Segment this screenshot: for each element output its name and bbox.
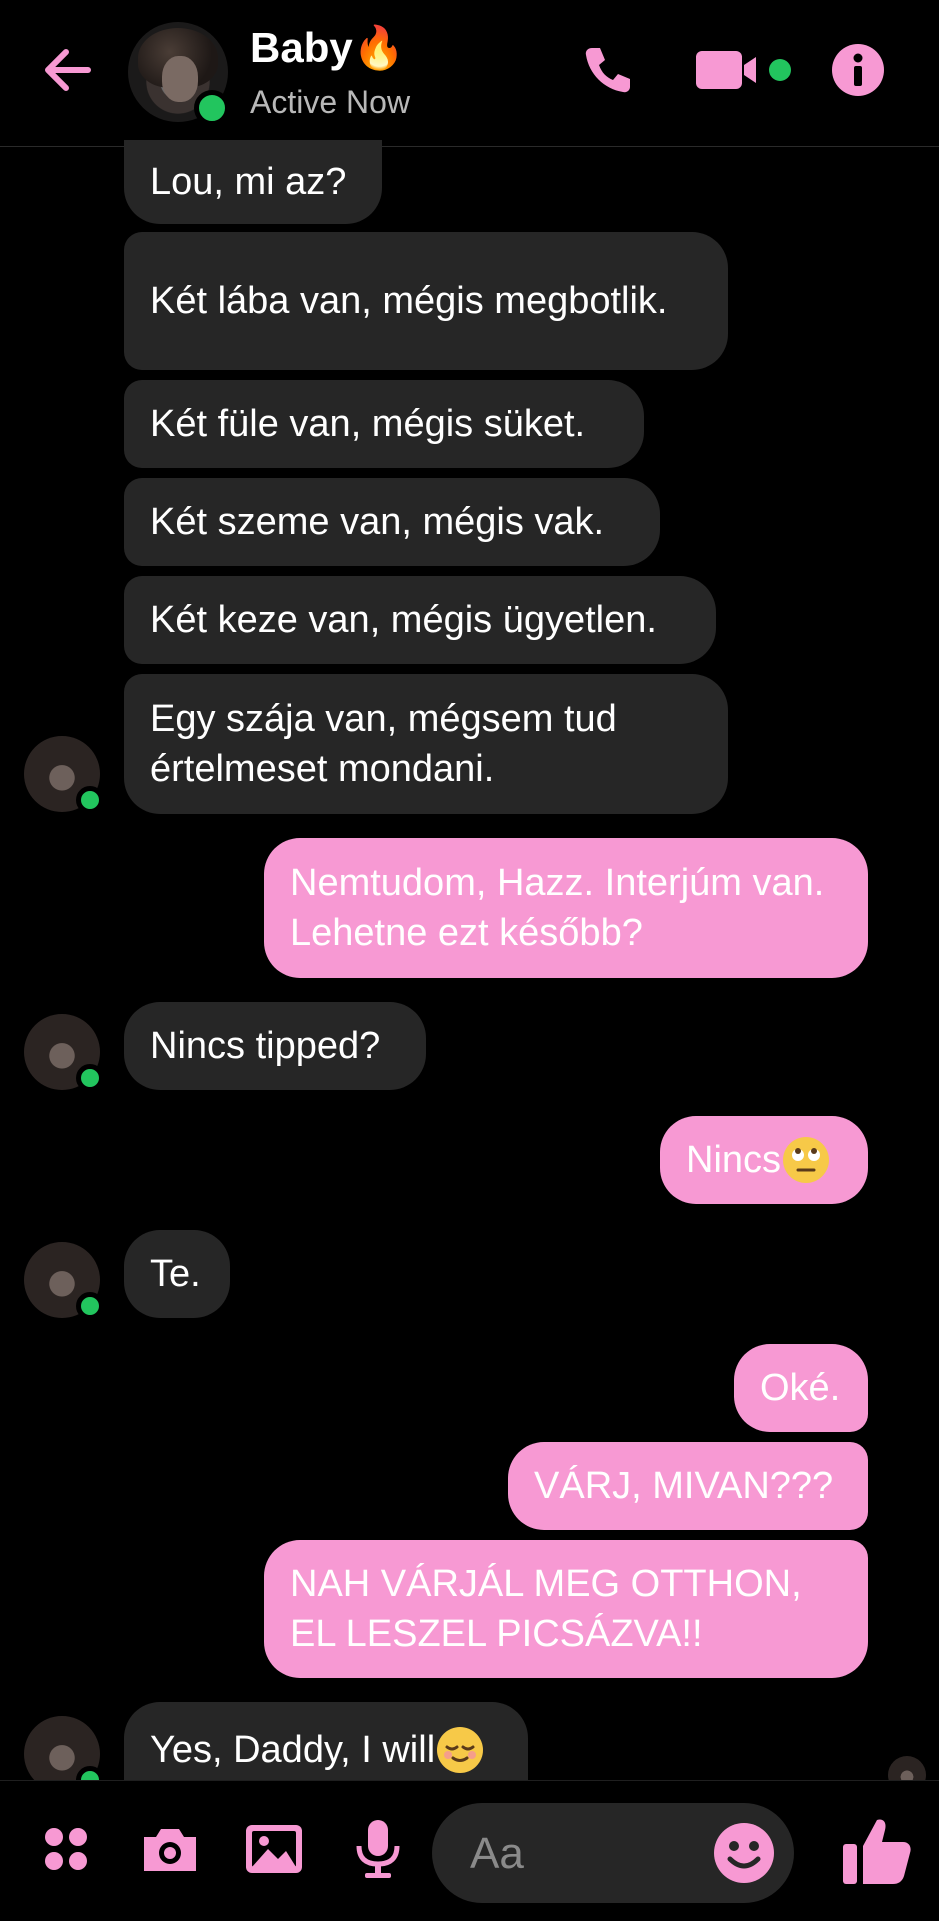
relieved-emoji (437, 1727, 484, 1773)
info-icon[interactable] (828, 40, 888, 100)
message-incoming[interactable]: Két lába van, mégis megbotlik. (124, 232, 728, 370)
message-outgoing[interactable]: Nemtudom, Hazz. Interjúm van. Lehetne ez… (264, 838, 868, 978)
message-text: Két lába van, mégis megbotlik. (150, 280, 668, 322)
message-text: Te. (150, 1253, 201, 1295)
message-text: Yes, Daddy, I will (150, 1729, 436, 1771)
online-indicator (194, 90, 230, 126)
message-outgoing[interactable]: NAH VÁRJÁL MEG OTTHON, EL LESZEL PICSÁZV… (264, 1540, 868, 1678)
chat-header: Baby🔥 Active Now (0, 0, 939, 147)
message-text: Oké. (760, 1367, 841, 1409)
message-incoming[interactable]: Te. (124, 1230, 230, 1318)
contact-name-text: Baby (250, 24, 353, 71)
camera-icon[interactable] (134, 1813, 206, 1885)
sender-avatar[interactable] (24, 736, 104, 814)
apps-icon[interactable] (30, 1813, 102, 1885)
message-input-container[interactable] (432, 1803, 794, 1903)
message-text: Két szeme van, mégis vak. (150, 501, 605, 543)
message-text: NAH VÁRJÁL MEG OTTHON, EL LESZEL PICSÁZV… (290, 1563, 802, 1655)
sender-avatar[interactable] (24, 1242, 104, 1320)
message-incoming[interactable]: Két füle van, mégis süket. (124, 380, 644, 468)
message-incoming[interactable]: Két keze van, mégis ügyetlen. (124, 576, 716, 664)
microphone-icon[interactable] (342, 1813, 414, 1885)
eye-roll-emoji (783, 1137, 830, 1183)
message-incoming[interactable]: Egy szája van, mégsem tud értelmeset mon… (124, 674, 728, 814)
thumbs-up-icon[interactable] (836, 1809, 918, 1891)
message-input[interactable] (468, 1823, 702, 1885)
message-text: Nincs tipped? (150, 1025, 381, 1067)
message-text: Egy szája van, mégsem tud értelmeset mon… (150, 698, 617, 790)
back-arrow-icon[interactable] (38, 40, 98, 100)
message-text: VÁRJ, MIVAN??? (534, 1465, 834, 1507)
message-text: Nemtudom, Hazz. Interjúm van. Lehetne ez… (290, 862, 825, 954)
emoji-icon[interactable] (712, 1821, 776, 1885)
message-outgoing[interactable]: VÁRJ, MIVAN??? (508, 1442, 868, 1530)
message-text: Lou, mi az? (150, 161, 347, 203)
sender-avatar[interactable] (24, 1014, 104, 1092)
message-incoming[interactable]: Nincs tipped? (124, 1002, 426, 1090)
fire-emoji: 🔥 (352, 24, 405, 71)
composer-bar (0, 1780, 939, 1921)
message-incoming[interactable]: Lou, mi az? (124, 140, 382, 224)
message-incoming[interactable]: Két szeme van, mégis vak. (124, 478, 660, 566)
message-outgoing[interactable]: Oké. (734, 1344, 868, 1432)
contact-status: Active Now (250, 84, 411, 120)
message-outgoing[interactable]: Nincs (660, 1116, 868, 1204)
message-text: Nincs (686, 1139, 782, 1181)
message-text: Két füle van, mégis süket. (150, 403, 586, 445)
phone-icon[interactable] (578, 40, 638, 100)
contact-name[interactable]: Baby🔥 (250, 24, 405, 73)
gallery-icon[interactable] (238, 1813, 310, 1885)
message-text: Két keze van, mégis ügyetlen. (150, 599, 657, 641)
video-camera-icon[interactable] (694, 40, 804, 100)
